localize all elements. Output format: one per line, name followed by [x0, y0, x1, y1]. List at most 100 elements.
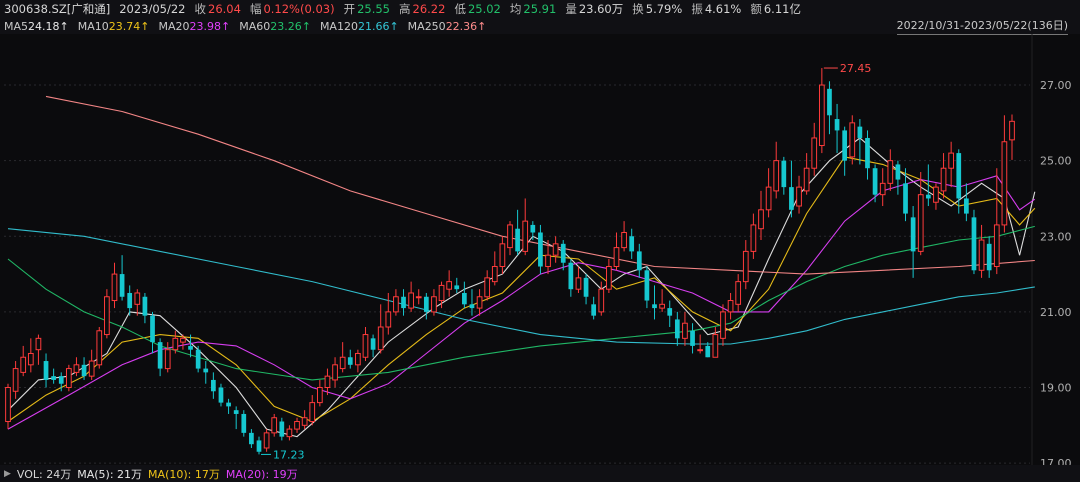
- turn-value: 5.79%: [645, 2, 683, 16]
- candle-body: [887, 160, 894, 184]
- high-label: 高: [399, 2, 411, 16]
- candle-body: [879, 182, 886, 196]
- vol-text: VOL: 24万: [16, 467, 72, 481]
- low-annotation: 17.23: [273, 448, 305, 461]
- candle-body: [933, 186, 939, 203]
- candle-body: [423, 296, 429, 312]
- candle-body: [150, 315, 155, 343]
- candle-body: [96, 330, 103, 366]
- candlestick-chart[interactable]: 27.00 25.00 23.00 21.00 19.00 17.00 27.45 17.23: [0, 34, 1080, 465]
- candle-body: [842, 130, 848, 161]
- collapse-triangle-icon[interactable]: ▶: [4, 469, 11, 479]
- close-value: 26.04: [208, 2, 241, 16]
- candle-body: [499, 243, 506, 268]
- candle-body: [849, 122, 856, 158]
- candle-body: [948, 152, 955, 169]
- vol-value: 23.60万: [578, 2, 624, 16]
- candle-body: [530, 224, 536, 233]
- candle-body: [5, 386, 11, 423]
- candle-body: [263, 432, 270, 449]
- candle-body: [621, 231, 627, 249]
- candle-body: [652, 304, 657, 309]
- candle-body: [560, 243, 566, 263]
- ma-legend-label: MA5: [4, 19, 29, 33]
- candle-body: [339, 356, 346, 370]
- candle-body: [682, 322, 688, 339]
- candle-body: [393, 296, 399, 313]
- candle-body: [355, 352, 361, 366]
- candle-body: [241, 413, 247, 433]
- ma-legend-label: MA10: [77, 19, 109, 33]
- ma-legend-value: 23.74↑: [108, 19, 150, 33]
- ma-legend-value: 23.26↑: [270, 19, 311, 33]
- candle-body: [188, 345, 193, 350]
- candle-body: [347, 357, 353, 365]
- candle-body: [575, 277, 582, 290]
- amount-value: 6.11亿: [763, 2, 801, 16]
- candle-body: [301, 417, 308, 426]
- ma-legend-value: 24.18↑: [28, 19, 69, 33]
- vol-ma10-text: MA(10): 17万: [148, 467, 220, 481]
- candle-body: [431, 296, 437, 313]
- candle-body: [583, 277, 589, 297]
- ma-legend-value: 23.98↑: [189, 19, 231, 33]
- candle-body: [491, 266, 498, 283]
- candle-body: [58, 376, 64, 384]
- high-annotation: 27.45: [840, 62, 872, 75]
- ma-legend-label: MA60: [239, 19, 271, 33]
- ma-line-ma10: [7, 156, 1036, 423]
- candle-body: [226, 402, 231, 407]
- low-value: 25.02: [467, 2, 501, 16]
- candle-body: [613, 247, 620, 268]
- candle-body: [35, 337, 42, 351]
- candle-body: [796, 186, 802, 207]
- close-label: 收: [194, 2, 207, 16]
- vol-ma5-text: MA(5): 21万: [77, 467, 143, 481]
- candle-body: [119, 274, 125, 297]
- candle-body: [522, 220, 529, 252]
- candle-body: [233, 410, 239, 414]
- stock-code[interactable]: 300638.SZ[广和通]: [4, 1, 110, 17]
- candle-body: [279, 421, 285, 437]
- candle-body: [164, 349, 171, 370]
- candle-body: [644, 270, 650, 301]
- candle-body: [142, 296, 148, 316]
- candle-body: [401, 296, 406, 309]
- quote-header: 300638.SZ[广和通] 2023/05/22 收 26.04 幅 0.12%(…: [0, 0, 1080, 18]
- candle-body: [324, 375, 331, 388]
- candle-body: [818, 84, 825, 147]
- candle-body: [659, 303, 665, 309]
- candle-body: [134, 292, 141, 305]
- candle-body: [415, 296, 422, 299]
- candle-body: [552, 243, 559, 256]
- swing-value: 4.61%: [704, 2, 742, 16]
- candle-body: [211, 379, 216, 392]
- candle-body: [925, 194, 931, 199]
- candle-body: [462, 292, 467, 305]
- quote-date: 2023/05/22: [119, 2, 186, 16]
- date-range[interactable]: 2022/10/31-2023/05/22(136日): [896, 18, 1068, 35]
- open-value: 25.55: [357, 2, 391, 16]
- candle-body: [218, 387, 224, 403]
- high-value: 26.22: [412, 2, 446, 16]
- candle-body: [940, 167, 947, 192]
- ma-line-ma120: [7, 228, 1035, 345]
- volume-legend: ▶ VOL: 24万 MA(5): 21万 MA(10): 17万 MA(20)…: [0, 465, 1080, 482]
- candle-body: [332, 364, 338, 381]
- candle-body: [195, 349, 201, 369]
- candle-body: [545, 254, 551, 268]
- candle-body: [157, 342, 163, 369]
- candle-body: [705, 345, 711, 358]
- candle-body: [469, 304, 475, 309]
- candle-body: [88, 360, 95, 377]
- candle-body: [789, 187, 794, 210]
- candle-body: [865, 137, 870, 169]
- candle-body: [294, 421, 300, 430]
- candle-body: [803, 167, 810, 192]
- candle-body: [172, 337, 179, 351]
- y-tick-label: 19.00: [1040, 381, 1072, 394]
- candle-body: [249, 432, 254, 445]
- candle-body: [606, 266, 612, 290]
- candle-body: [781, 160, 787, 188]
- candle-body: [362, 334, 369, 358]
